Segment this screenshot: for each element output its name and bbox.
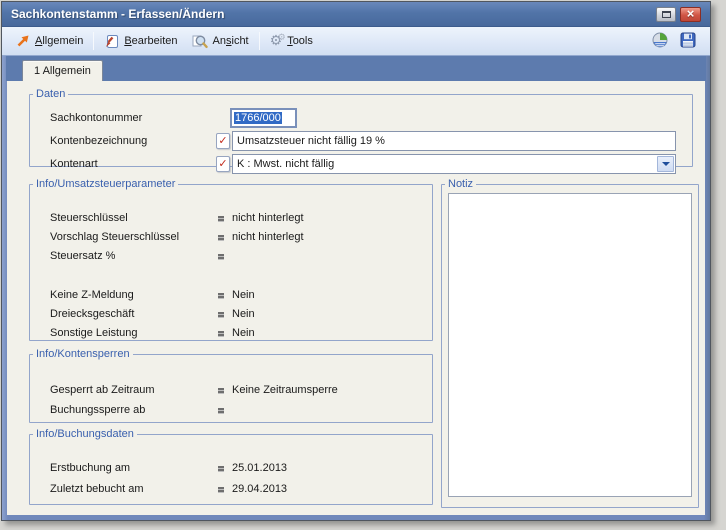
kontenbezeichnung-input[interactable]: Umsatzsteuer nicht fällig 19 % [232, 131, 676, 151]
group-ust-legend: Info/Umsatzsteuerparameter [36, 178, 176, 190]
edit-document-icon [104, 34, 119, 49]
titlebar-buttons: × [656, 5, 701, 22]
info-row: Erstbuchung am 25.01.2013 [50, 462, 288, 474]
tab-strip: 1 Allgemein [6, 56, 706, 81]
chevron-down-icon[interactable] [657, 156, 674, 172]
info-row: Dreiecksgeschäft Nein [50, 308, 255, 320]
info-row: Sonstige Leistung Nein [50, 327, 255, 339]
bullet-icon [218, 216, 224, 222]
toolbar-separator [258, 32, 260, 50]
info-row: Steuerschlüssel nicht hinterlegt [50, 212, 304, 224]
group-umsatzsteuerparameter: Info/Umsatzsteuerparameter Steuerschlüss… [29, 178, 433, 341]
group-kontensperren: Info/Kontensperren Gesperrt ab Zeitraum … [29, 348, 433, 423]
check-icon[interactable]: ✓ [216, 133, 230, 149]
close-button[interactable]: × [680, 5, 701, 22]
group-buchungsdaten: Info/Buchungsdaten Erstbuchung am 25.01.… [29, 428, 433, 505]
check-icon[interactable]: ✓ [216, 156, 230, 172]
info-row: Zuletzt bebucht am 29.04.2013 [50, 483, 288, 495]
group-daten: Daten Sachkontonummer 1766/000 Kontenbez… [29, 88, 693, 174]
app-window: Sachkontenstamm - Erfassen/Ändern × Allg… [1, 1, 711, 521]
bullet-icon [218, 487, 224, 493]
arrow-ne-icon [16, 34, 30, 48]
content-area: Daten Sachkontonummer 1766/000 Kontenbez… [7, 81, 705, 515]
bullet-icon [218, 331, 224, 337]
tab-allgemein[interactable]: 1 Allgemein [22, 60, 103, 81]
info-row: Buchungssperre ab [30, 402, 432, 418]
bullet-icon [218, 466, 224, 472]
info-row: Keine Z-Meldung Nein [50, 289, 255, 301]
bullet-icon [218, 235, 224, 241]
window-frame: 1 Allgemein Daten Sachkontonummer 1766/0… [2, 56, 710, 520]
group-buchung-legend: Info/Buchungsdaten [36, 428, 134, 440]
field-kontenart: Kontenart ✓ K : Mwst. nicht fällig [30, 154, 692, 174]
save-button[interactable] [680, 32, 696, 51]
gears-icon: ⚙ ⚙ [269, 33, 286, 49]
toolbar-separator [93, 32, 95, 50]
menu-label: Ansicht [212, 35, 249, 47]
field-label: Kontenart [50, 158, 98, 170]
save-icon [680, 32, 696, 51]
menu-item-ansicht[interactable]: Ansicht [185, 31, 256, 52]
info-row: Gesperrt ab Zeitraum Keine Zeitraumsperr… [50, 384, 338, 396]
bullet-icon [218, 312, 224, 318]
bullet-icon [218, 293, 224, 299]
field-label: Sachkontonummer [50, 112, 143, 124]
sachkontonummer-input[interactable]: 1766/000 [230, 108, 297, 128]
window-title: Sachkontenstamm - Erfassen/Ändern [11, 7, 225, 21]
toolbar: Allgemein Bearbeiten Ansicht ⚙ ⚙ Tools [2, 27, 710, 56]
notiz-textarea[interactable] [448, 193, 692, 497]
menu-label: Bearbeiten [124, 35, 178, 47]
selected-text: 1766/000 [234, 112, 282, 124]
menu-item-bearbeiten[interactable]: Bearbeiten [97, 31, 184, 52]
titlebar: Sachkontenstamm - Erfassen/Ändern × [2, 2, 710, 27]
restore-icon [661, 10, 671, 18]
bullet-icon [218, 388, 224, 394]
menu-label: Allgemein [35, 35, 84, 47]
menu-label: Tools [287, 35, 313, 47]
bullet-icon [218, 254, 224, 260]
close-icon: × [686, 5, 695, 21]
magnifier-icon [192, 34, 208, 49]
restore-button[interactable] [656, 6, 676, 22]
group-notiz-legend: Notiz [448, 178, 474, 190]
menu-item-allgemein[interactable]: Allgemein [9, 31, 90, 51]
globe-package-button[interactable] [652, 32, 669, 51]
tab-label: 1 Allgemein [34, 65, 91, 77]
field-kontenbezeichnung: Kontenbezeichnung ✓ Umsatzsteuer nicht f… [30, 131, 692, 151]
group-daten-legend: Daten [36, 88, 66, 100]
group-notiz: Notiz [441, 178, 699, 508]
field-label: Kontenbezeichnung [50, 135, 148, 147]
group-sperren-legend: Info/Kontensperren [36, 348, 130, 360]
kontenart-combobox[interactable]: K : Mwst. nicht fällig [232, 154, 676, 174]
info-row: Vorschlag Steuerschlüssel nicht hinterle… [50, 231, 304, 243]
field-sachkontonummer: Sachkontonummer 1766/000 [30, 108, 692, 128]
globe-package-icon [652, 32, 669, 51]
menu-item-tools[interactable]: ⚙ ⚙ Tools [263, 31, 320, 51]
toolbar-right [652, 32, 703, 51]
bullet-icon [218, 408, 224, 414]
info-row: Steuersatz % [30, 248, 432, 264]
